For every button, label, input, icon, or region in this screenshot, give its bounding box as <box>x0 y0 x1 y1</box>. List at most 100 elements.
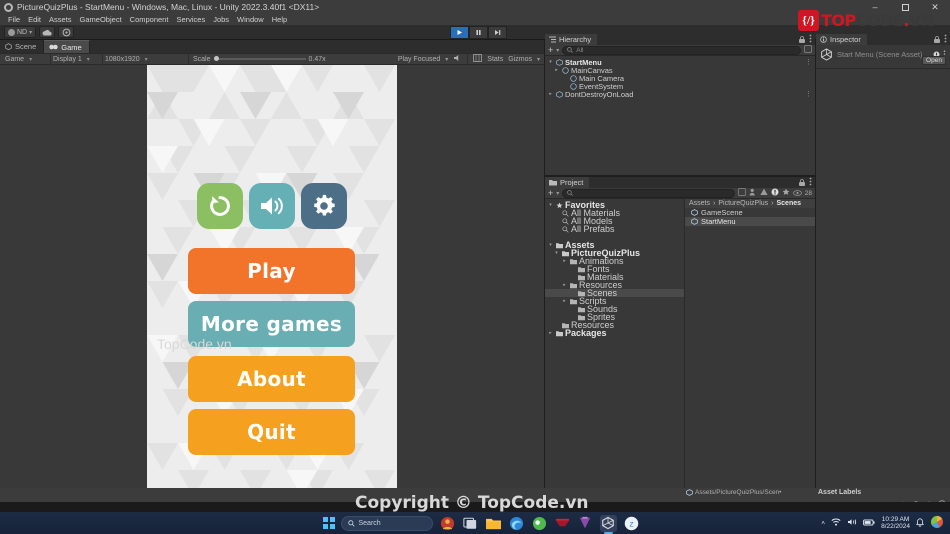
resolution-dropdown[interactable]: 1080x1920 ▾ <box>103 53 189 65</box>
menu-item-window[interactable]: Window <box>233 15 268 24</box>
tab-inspector[interactable]: Inspector <box>816 34 867 45</box>
asset-item-gamescene[interactable]: GameScene <box>685 208 815 217</box>
breadcrumb-scenes[interactable]: Scenes <box>777 200 802 207</box>
scale-slider-knob[interactable] <box>213 56 219 61</box>
project-search-input[interactable] <box>562 188 735 198</box>
editor-settings-button[interactable] <box>58 26 75 38</box>
tab-project[interactable]: Project <box>545 177 590 188</box>
disclosure-arrow-icon[interactable]: ▸ <box>561 282 568 288</box>
project-node-all-prefabs[interactable]: All Prefabs <box>545 224 684 234</box>
tab-hierarchy[interactable]: Hierarchy <box>545 34 598 45</box>
settings-button[interactable] <box>301 183 347 229</box>
disclosure-arrow-icon[interactable]: ▸ <box>547 330 554 336</box>
taskbar-app-darkred[interactable] <box>554 515 571 532</box>
tab-game[interactable]: Game <box>44 40 90 53</box>
menu-item-services[interactable]: Services <box>172 15 209 24</box>
restart-button[interactable] <box>197 183 243 229</box>
gizmos-button[interactable]: Gizmos <box>508 56 532 63</box>
warning-icon[interactable] <box>760 188 768 198</box>
disclosure-arrow-icon[interactable]: ▸ <box>561 298 568 304</box>
sound-button[interactable] <box>249 183 295 229</box>
tab-scene[interactable]: Scene <box>0 40 45 53</box>
tray-chevron-icon[interactable]: ˄ <box>821 520 825 527</box>
taskbar-app-red[interactable] <box>439 515 456 532</box>
project-node-all-materials[interactable]: All Materials <box>545 208 684 218</box>
kebab-icon[interactable]: ⋮ <box>805 90 815 98</box>
battery-icon[interactable] <box>863 519 875 528</box>
menu-item-component[interactable]: Component <box>126 15 173 24</box>
taskbar-task-view[interactable] <box>462 515 479 532</box>
step-button[interactable] <box>488 26 507 39</box>
disclosure-arrow-icon[interactable]: ▸ <box>561 258 568 264</box>
disclosure-arrow-icon[interactable]: ▾ <box>547 59 554 65</box>
game-view-canvas[interactable]: Play More games About Quit TopCode.vn <box>0 65 544 498</box>
disclosure-arrow-icon[interactable]: ▸ <box>553 67 560 73</box>
play-button[interactable] <box>450 26 469 39</box>
breadcrumb-picturequizplus[interactable]: PictureQuizPlus <box>718 200 768 207</box>
disclosure-arrow-icon[interactable]: ▾ <box>547 202 554 208</box>
taskbar-edge[interactable] <box>508 515 525 532</box>
volume-icon[interactable] <box>847 518 857 528</box>
play-focused-label[interactable]: Play Focused <box>398 56 440 63</box>
project-add-button[interactable]: + <box>548 188 553 198</box>
display-dropdown[interactable]: Display 1 ▾ <box>51 53 103 65</box>
taskbar-app-green[interactable] <box>531 515 548 532</box>
asset-item-startmenu[interactable]: StartMenu <box>685 217 815 226</box>
stats-button[interactable]: Stats <box>487 56 503 63</box>
taskbar-zalo[interactable]: Z <box>623 515 640 532</box>
project-person-icon[interactable] <box>749 188 757 198</box>
wifi-icon[interactable] <box>831 518 841 528</box>
taskbar-file-explorer[interactable] <box>485 515 502 532</box>
more-games-button[interactable]: More games <box>188 301 355 347</box>
project-node-scenes[interactable]: Scenes <box>545 288 684 298</box>
account-dropdown[interactable]: ND ▾ <box>4 26 37 38</box>
hierarchy-filter-icon[interactable] <box>804 45 812 55</box>
pause-button[interactable] <box>469 26 488 39</box>
menu-item-jobs[interactable]: Jobs <box>209 15 233 24</box>
eye-icon[interactable] <box>792 188 802 198</box>
hierarchy-add-button[interactable]: + <box>548 45 553 55</box>
project-node-animations[interactable]: ▸ Animations <box>545 256 684 266</box>
widget-icon[interactable] <box>930 515 944 531</box>
menu-item-edit[interactable]: Edit <box>24 15 45 24</box>
lock-icon[interactable] <box>934 35 940 45</box>
lock-icon[interactable] <box>799 35 805 45</box>
breadcrumb-assets[interactable]: Assets <box>689 200 710 207</box>
taskbar-search-input[interactable]: Search <box>340 515 433 531</box>
hierarchy-search-input[interactable]: All <box>562 45 801 55</box>
kebab-icon[interactable]: ⋮ <box>805 58 815 66</box>
hierarchy-node-dontdestroyonload[interactable]: ▸ DontDestroyOnLoad ⋮ <box>545 90 815 99</box>
menu-item-assets[interactable]: Assets <box>45 15 76 24</box>
kebab-icon[interactable] <box>809 177 812 188</box>
disclosure-arrow-icon[interactable]: ▾ <box>547 242 554 248</box>
scale-slider[interactable] <box>213 56 306 61</box>
disclosure-arrow-icon[interactable]: ▾ <box>553 250 560 256</box>
kebab-icon[interactable] <box>809 34 812 45</box>
open-scene-button[interactable]: Open <box>922 56 946 65</box>
chevron-down-icon[interactable]: ▾ <box>556 47 559 54</box>
disclosure-arrow-icon[interactable]: ▸ <box>547 91 554 97</box>
taskbar-clock[interactable]: 10:29 AM 8/22/2024 <box>881 516 910 531</box>
menu-item-gameobject[interactable]: GameObject <box>76 15 126 24</box>
about-button[interactable]: About <box>188 356 355 402</box>
taskbar-unity[interactable] <box>599 514 617 534</box>
project-node-packages[interactable]: ▸ Packages <box>545 328 684 338</box>
lock-icon[interactable] <box>799 178 805 188</box>
menu-item-file[interactable]: File <box>4 15 24 24</box>
play-menu-button[interactable]: Play <box>188 248 355 294</box>
windows-logo-icon[interactable] <box>323 517 335 529</box>
menu-item-help[interactable]: Help <box>268 15 291 24</box>
bell-icon[interactable] <box>916 517 924 529</box>
chevron-down-icon[interactable]: ▾ <box>556 190 559 197</box>
taskbar-app-purple[interactable] <box>577 515 594 532</box>
kebab-icon[interactable] <box>944 34 947 45</box>
star-icon[interactable] <box>782 188 790 198</box>
cloud-button[interactable] <box>39 26 56 38</box>
frame-icon[interactable] <box>473 54 483 64</box>
mute-audio-icon[interactable] <box>453 54 462 64</box>
scale-slider-group[interactable]: Scale 0.47x <box>189 56 330 63</box>
project-filter-icon[interactable] <box>737 188 746 198</box>
view-mode-dropdown[interactable]: Game ▾ <box>3 53 51 65</box>
project-node-sprites[interactable]: Sprites <box>545 312 684 322</box>
quit-button[interactable]: Quit <box>188 409 355 455</box>
